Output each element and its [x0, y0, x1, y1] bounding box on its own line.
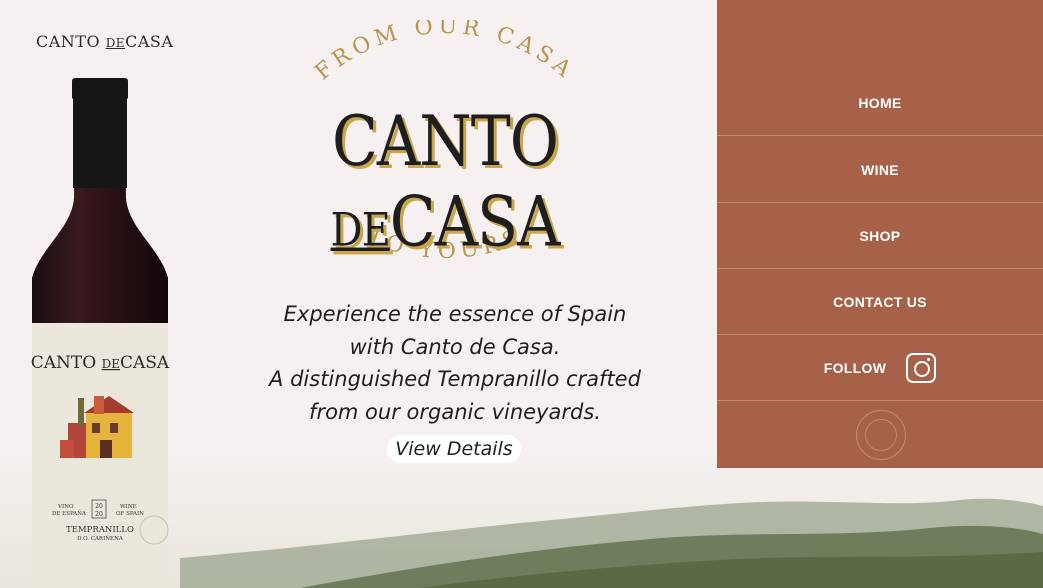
nav-item-label: FOLLOW — [823, 359, 887, 376]
hero-title-left: CANTO — [332, 101, 559, 183]
hero-tagline: Experience the essence of Spain with Can… — [230, 298, 680, 428]
tagline-line: with Canto de Casa. — [349, 334, 561, 359]
bottle-label-wine: WINE — [120, 504, 137, 510]
tagline-line: A distinguished Tempranillo crafted — [269, 367, 641, 391]
nav-item-follow[interactable]: FOLLOW — [717, 335, 1043, 401]
bottle-label-appellation: D.O. CARIÑENA — [77, 534, 124, 542]
bottle-label-brand-right: CASA — [120, 353, 170, 373]
bottle-label-de-espana: DE ESPAÑA — [52, 509, 87, 517]
nav-item-label: HOME — [858, 94, 902, 111]
page: CANTO DECASA CANTO DECASA VINO DE ESPAÑA… — [0, 0, 1043, 588]
hero-title-de: DE — [330, 203, 391, 257]
bottle-label-brand-left: CANTO — [31, 353, 96, 373]
nav-item-wine[interactable]: WINE — [717, 137, 1043, 203]
hero-title: CANTO DECASA — [230, 102, 660, 263]
arc-top-text: FROM OUR CASA — [311, 20, 575, 85]
seal-icon — [856, 410, 906, 460]
bottle-label-year-bottom: 20 — [95, 511, 103, 518]
main-nav-panel: HOME WINE SHOP CONTACT US FOLLOW — [717, 0, 1043, 468]
nav-item-home[interactable]: HOME — [717, 70, 1043, 136]
tagline-line: from our organic vineyards. — [309, 399, 601, 424]
hero-title-right: CASA — [389, 182, 561, 263]
bottle-label-year-top: 20 — [95, 503, 103, 510]
bottle-label-varietal: TEMPRANILLO — [66, 525, 134, 535]
logo-text-de: DE — [105, 36, 126, 50]
view-details-button[interactable]: View Details — [387, 435, 521, 463]
bottle-label-of-spain: OF SPAIN — [116, 511, 144, 517]
wine-bottle-image: CANTO DECASA VINO DE ESPAÑA 20 20 WINE O… — [31, 78, 170, 588]
logo-text-left: CANTO — [36, 32, 101, 51]
tagline-line: Experience the essence of Spain — [283, 302, 627, 326]
svg-text:FROM OUR CASA: FROM OUR CASA — [311, 20, 580, 85]
bottle-label-vino: VINO — [57, 504, 74, 510]
nav-item-contact-us[interactable]: CONTACT US — [717, 269, 1043, 335]
brand-logo-small[interactable]: CANTO DECASA — [36, 32, 173, 51]
nav-item-shop[interactable]: SHOP — [717, 203, 1043, 269]
bottle-label-brand-de: DE — [102, 357, 120, 371]
logo-text-right: CASA — [125, 32, 174, 51]
svg-text:CANTO DECASA: CANTO DECASA — [31, 353, 170, 373]
nav-item-label: WINE — [861, 161, 899, 178]
nav-item-label: SHOP — [859, 227, 901, 244]
nav-item-label: CONTACT US — [833, 293, 927, 310]
instagram-icon[interactable] — [906, 352, 937, 383]
